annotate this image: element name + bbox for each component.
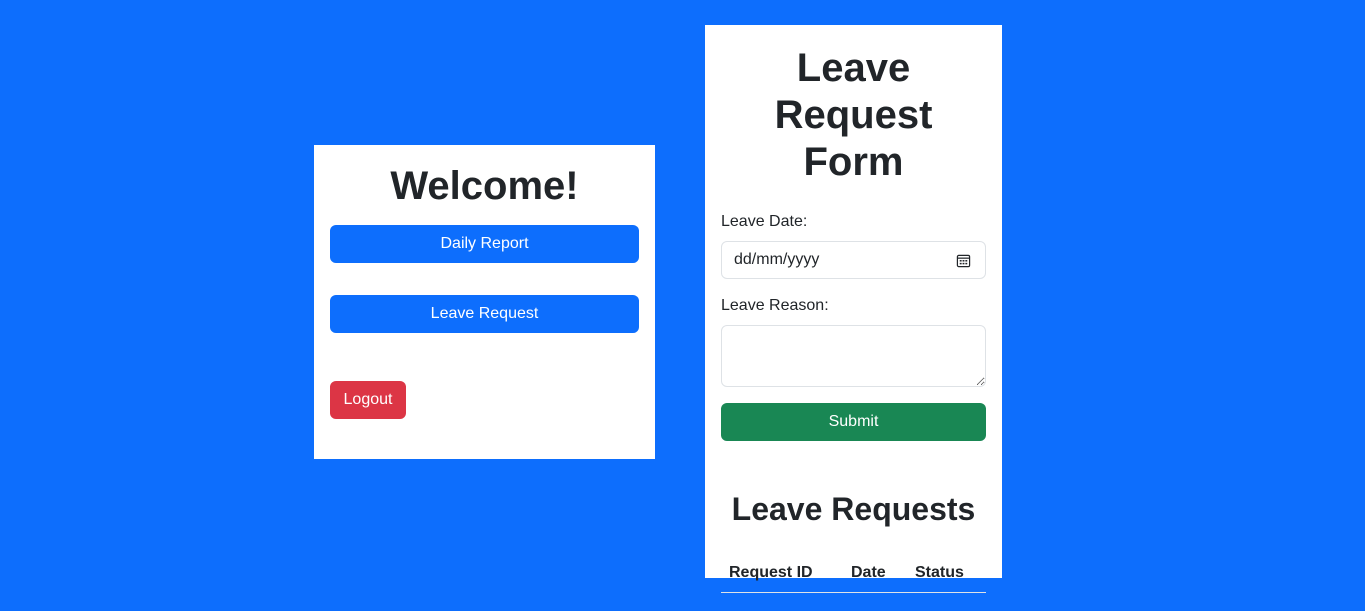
welcome-card: Welcome! Daily Report Leave Request Logo…	[314, 145, 655, 459]
leave-date-placeholder: dd/mm/yyyy	[734, 250, 820, 268]
leave-request-card: Leave Request Form Leave Date: dd/mm/yyy…	[705, 25, 1002, 593]
leave-reason-textarea[interactable]	[721, 324, 986, 387]
daily-report-button[interactable]: Daily Report	[330, 225, 639, 263]
welcome-title: Welcome!	[390, 164, 579, 208]
submit-button[interactable]: Submit	[721, 402, 986, 441]
column-header-request-id: Request ID	[721, 555, 843, 593]
leave-requests-title: Leave Requests	[731, 490, 976, 527]
form-title: Leave Request Form	[774, 46, 933, 185]
leave-requests-table: Request ID Date Status	[721, 555, 986, 593]
page: Welcome! Daily Report Leave Request Logo…	[0, 0, 1365, 611]
calendar-icon[interactable]	[956, 253, 971, 268]
leave-date-label: Leave Date:	[721, 212, 808, 230]
table-header-row: Request ID Date Status	[721, 555, 986, 593]
column-header-status: Status	[907, 555, 986, 593]
leave-request-button[interactable]: Leave Request	[330, 295, 639, 333]
logout-button[interactable]: Logout	[330, 381, 406, 419]
leave-date-input[interactable]: dd/mm/yyyy	[721, 240, 986, 279]
leave-reason-label: Leave Reason:	[721, 296, 829, 314]
column-header-date: Date	[843, 555, 907, 593]
